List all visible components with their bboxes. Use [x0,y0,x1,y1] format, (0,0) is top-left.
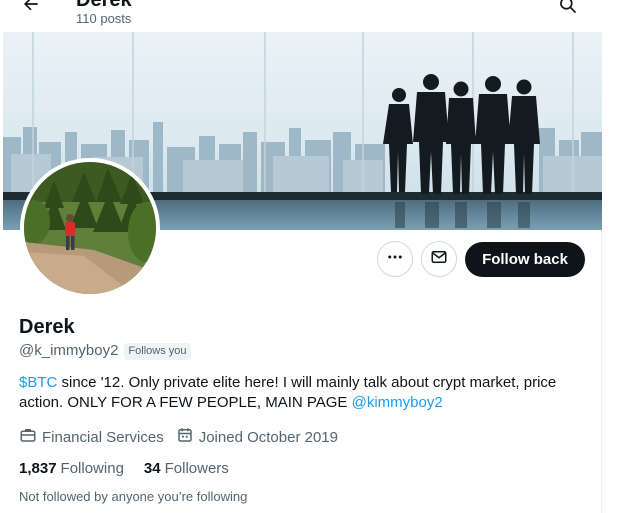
not-followed-note: Not followed by anyone you’re following [19,489,248,504]
avatar[interactable] [20,158,160,298]
profile-header: Derek 110 posts [3,0,602,32]
follow-counts: 1,837 Following 34 Followers [19,459,249,479]
message-button[interactable] [421,241,457,277]
followers-link[interactable]: 34 Followers [144,459,229,479]
profile-bio: $BTC since '12. Only private elite here!… [19,373,589,413]
back-button[interactable] [17,0,45,20]
mention-link[interactable]: @kimmyboy2 [352,394,443,411]
joined-item: Joined October 2019 [176,426,338,450]
bio-text: since '12. Only private elite here! I wi… [19,374,557,411]
following-count: 1,837 [19,460,57,477]
cashtag-link[interactable]: $BTC [19,374,57,391]
search-button[interactable] [554,0,582,21]
envelope-icon [430,248,448,271]
profile-column: Derek 110 posts Follow back Derek @k_imm… [3,0,602,513]
briefcase-icon [19,426,42,450]
category-item: Financial Services [19,426,164,450]
posts-count: 110 posts [76,11,132,26]
following-label: Following [60,460,124,477]
joined-label: Joined October 2019 [198,429,338,446]
category-label: Financial Services [42,429,164,446]
handle-row: @k_immyboy2 Follows you [19,341,191,361]
following-link[interactable]: 1,837 Following [19,459,124,479]
followers-label: Followers [164,460,229,477]
follow-back-button[interactable]: Follow back [465,242,585,277]
search-icon [558,0,578,20]
avatar-image [24,162,156,294]
more-horizontal-icon [386,248,404,271]
arrow-left-icon [21,0,41,19]
profile-handle: @k_immyboy2 [19,342,119,359]
follows-you-badge: Follows you [124,342,191,360]
more-button[interactable] [377,241,413,277]
profile-name: Derek [19,316,75,338]
profile-meta: Financial Services Joined October 2019 [19,426,350,450]
followers-count: 34 [143,460,161,477]
calendar-icon [176,426,199,450]
